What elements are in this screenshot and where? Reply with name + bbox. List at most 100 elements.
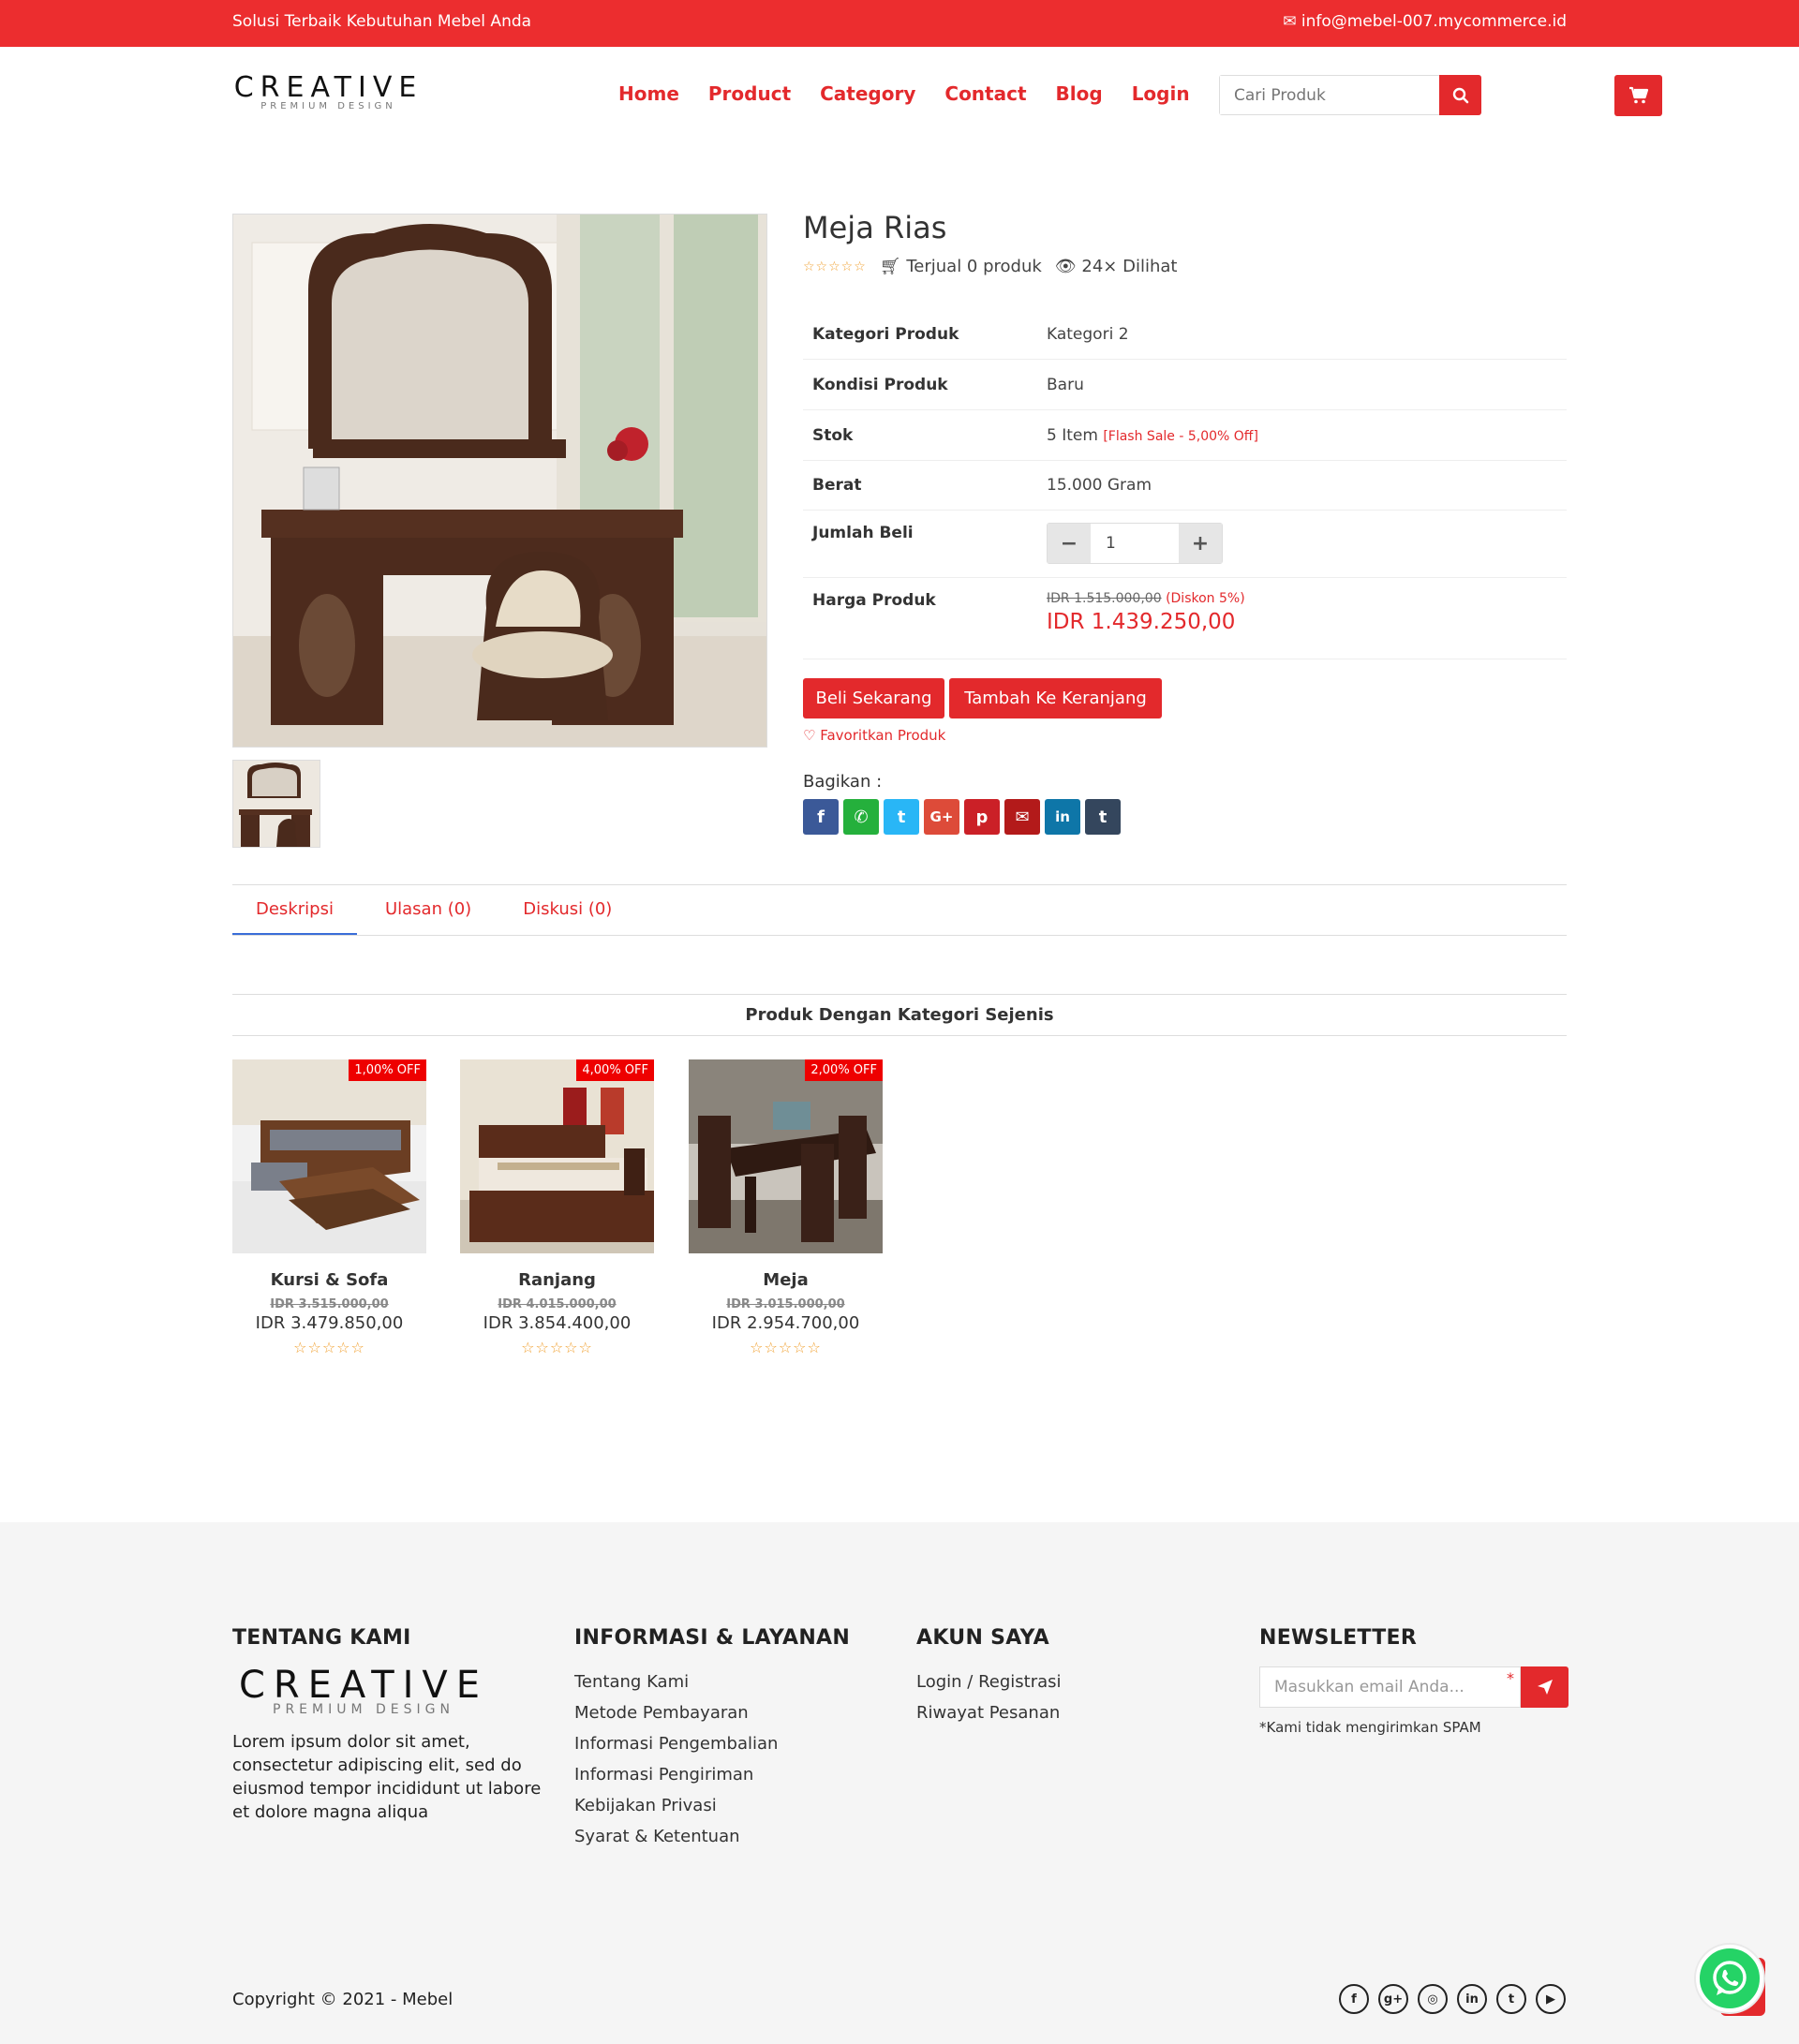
envelope-icon: ✉ [1283, 12, 1297, 31]
product-card-old-price: IDR 4.015.000,00 [498, 1297, 617, 1311]
discount-badge: 4,00% OFF [576, 1059, 654, 1081]
product-card[interactable]: 1,00% OFF Kursi & Sofa IDR 3.515.000,00 … [232, 1059, 426, 1356]
nav-login[interactable]: Login [1132, 82, 1190, 105]
rating-stars: ☆☆☆☆☆ [521, 1339, 593, 1356]
qty-input[interactable]: 1 [1091, 524, 1179, 563]
nav-blog[interactable]: Blog [1056, 82, 1103, 105]
site-logo[interactable]: CREATIVE PREMIUM DESIGN [228, 73, 429, 112]
product-card[interactable]: 2,00% OFF Meja IDR 3.015.000,00 IDR 2.95… [689, 1059, 883, 1356]
discount-badge: 1,00% OFF [349, 1059, 426, 1081]
facebook-icon[interactable]: f [803, 799, 839, 835]
paper-plane-icon [1537, 1680, 1553, 1695]
product-card-name[interactable]: Meja [689, 1270, 883, 1290]
product-tabs: Deskripsi Ulasan (0) Diskusi (0) [232, 884, 1567, 936]
add-to-cart-button[interactable]: Tambah Ke Keranjang [949, 678, 1162, 718]
newsletter-submit-button[interactable] [1521, 1666, 1569, 1708]
footer-info-title: INFORMASI & LAYANAN [574, 1626, 851, 1650]
rating-stars: ☆☆☆☆☆ [803, 259, 867, 274]
footer-newsletter-title: NEWSLETTER [1259, 1626, 1418, 1650]
related-products-title: Produk Dengan Kategori Sejenis [232, 994, 1567, 1036]
product-thumbnail[interactable] [232, 760, 320, 848]
old-price: IDR 1.515.000,00 [1047, 591, 1162, 606]
spec-row: Berat 15.000 Gram [803, 461, 1567, 511]
footer-link[interactable]: Syarat & Ketentuan [574, 1821, 850, 1852]
google-plus-icon[interactable]: G+ [924, 799, 959, 835]
product-card-name[interactable]: Ranjang [460, 1270, 654, 1290]
product-card-price: IDR 3.479.850,00 [255, 1313, 404, 1333]
rating-stars: ☆☆☆☆☆ [750, 1339, 822, 1356]
whatsapp-icon [1713, 1961, 1747, 1995]
twitter-icon[interactable]: t [1496, 1984, 1526, 2014]
instagram-icon[interactable]: ◎ [1418, 1984, 1448, 2014]
product-specs: Kategori Produk Kategori 2 Kondisi Produ… [803, 309, 1567, 659]
share-label: Bagikan : [803, 772, 883, 792]
flash-sale-note: [Flash Sale - 5,00% Off] [1103, 428, 1258, 444]
newsletter-email-input[interactable]: Masukkan email Anda... * [1259, 1666, 1521, 1708]
nav-product[interactable]: Product [708, 82, 791, 105]
search-box [1219, 75, 1481, 115]
product-meta: ☆☆☆☆☆ 🛒︎ Terjual 0 produk 👁︎ 24× Dilihat [803, 257, 1177, 276]
footer-social-icons: f g+ ◎ in t ▶ [1339, 1984, 1566, 2014]
product-card[interactable]: 4,00% OFF Ranjang IDR 4.015.000,00 IDR 3… [460, 1059, 654, 1356]
cart-icon [1628, 86, 1648, 104]
qty-increase-button[interactable]: + [1179, 524, 1222, 563]
share-buttons: f ✆ t G+ p ✉ in t [803, 799, 1121, 835]
footer-link[interactable]: Informasi Pengiriman [574, 1759, 850, 1790]
tab-reviews[interactable]: Ulasan (0) [362, 885, 495, 935]
qty-decrease-button[interactable]: − [1048, 524, 1091, 563]
product-card-image[interactable]: 4,00% OFF [460, 1059, 654, 1253]
required-marker: * [1507, 1669, 1514, 1687]
email-icon[interactable]: ✉ [1004, 799, 1040, 835]
pinterest-icon[interactable]: p [964, 799, 1000, 835]
buy-now-button[interactable]: Beli Sekarang [803, 678, 944, 718]
whatsapp-icon[interactable]: ✆ [843, 799, 879, 835]
sofa-illustration [232, 1059, 426, 1253]
whatsapp-chat-button[interactable] [1696, 1945, 1763, 2012]
footer-link[interactable]: Login / Registrasi [916, 1666, 1062, 1697]
linkedin-icon[interactable]: in [1045, 799, 1080, 835]
nav-category[interactable]: Category [820, 82, 915, 105]
twitter-icon[interactable]: t [884, 799, 919, 835]
linkedin-icon[interactable]: in [1457, 1984, 1487, 2014]
tab-discussion[interactable]: Diskusi (0) [499, 885, 635, 935]
bed-illustration [460, 1059, 654, 1253]
search-input[interactable] [1220, 76, 1439, 114]
newsletter-form: Masukkan email Anda... * [1259, 1666, 1569, 1708]
product-title: Meja Rias [803, 210, 947, 245]
discount-badge: 2,00% OFF [805, 1059, 883, 1081]
product-card-old-price: IDR 3.015.000,00 [726, 1297, 845, 1311]
favorite-link[interactable]: ♡ Favoritkan Produk [803, 727, 945, 744]
tab-description[interactable]: Deskripsi [232, 885, 357, 935]
google-plus-icon[interactable]: g+ [1378, 1984, 1408, 2014]
youtube-icon[interactable]: ▶ [1536, 1984, 1566, 2014]
footer-logo: CREATIVE PREMIUM DESIGN [238, 1664, 489, 1717]
product-card-name[interactable]: Kursi & Sofa [232, 1270, 426, 1290]
footer-link[interactable]: Metode Pembayaran [574, 1697, 850, 1728]
product-main-image[interactable] [232, 214, 767, 748]
footer-link[interactable]: Riwayat Pesanan [916, 1697, 1062, 1728]
discount-label: (Diskon 5%) [1166, 591, 1245, 606]
current-price: IDR 1.439.250,00 [1047, 610, 1236, 634]
search-button[interactable] [1439, 75, 1481, 115]
footer-link[interactable]: Tentang Kami [574, 1666, 850, 1697]
product-card-image[interactable]: 2,00% OFF [689, 1059, 883, 1253]
contact-email[interactable]: ✉ info@mebel-007.mycommerce.id [1283, 12, 1567, 31]
footer-about: TENTANG KAMI CREATIVE PREMIUM DESIGN Lor… [232, 1626, 542, 1824]
heart-icon: ♡ [803, 727, 816, 744]
spec-row: Kategori Produk Kategori 2 [803, 309, 1567, 360]
footer-link[interactable]: Informasi Pengembalian [574, 1728, 850, 1759]
spec-row: Jumlah Beli − 1 + [803, 511, 1567, 578]
footer-account-title: AKUN SAYA [916, 1626, 1049, 1650]
footer-link[interactable]: Kebijakan Privasi [574, 1790, 850, 1821]
nav-home[interactable]: Home [618, 82, 679, 105]
product-card-image[interactable]: 1,00% OFF [232, 1059, 426, 1253]
nav-contact[interactable]: Contact [944, 82, 1026, 105]
tumblr-icon[interactable]: t [1085, 799, 1121, 835]
cart-button[interactable] [1614, 75, 1662, 116]
product-card-price: IDR 3.854.400,00 [483, 1313, 632, 1333]
footer-newsletter: NEWSLETTER Masukkan email Anda... * *Kam… [1259, 1626, 1569, 1736]
eye-icon: 👁︎ [1054, 257, 1077, 276]
sold-count: 🛒︎ Terjual 0 produk [879, 257, 1042, 276]
facebook-icon[interactable]: f [1339, 1984, 1369, 2014]
quantity-stepper: − 1 + [1047, 523, 1223, 564]
